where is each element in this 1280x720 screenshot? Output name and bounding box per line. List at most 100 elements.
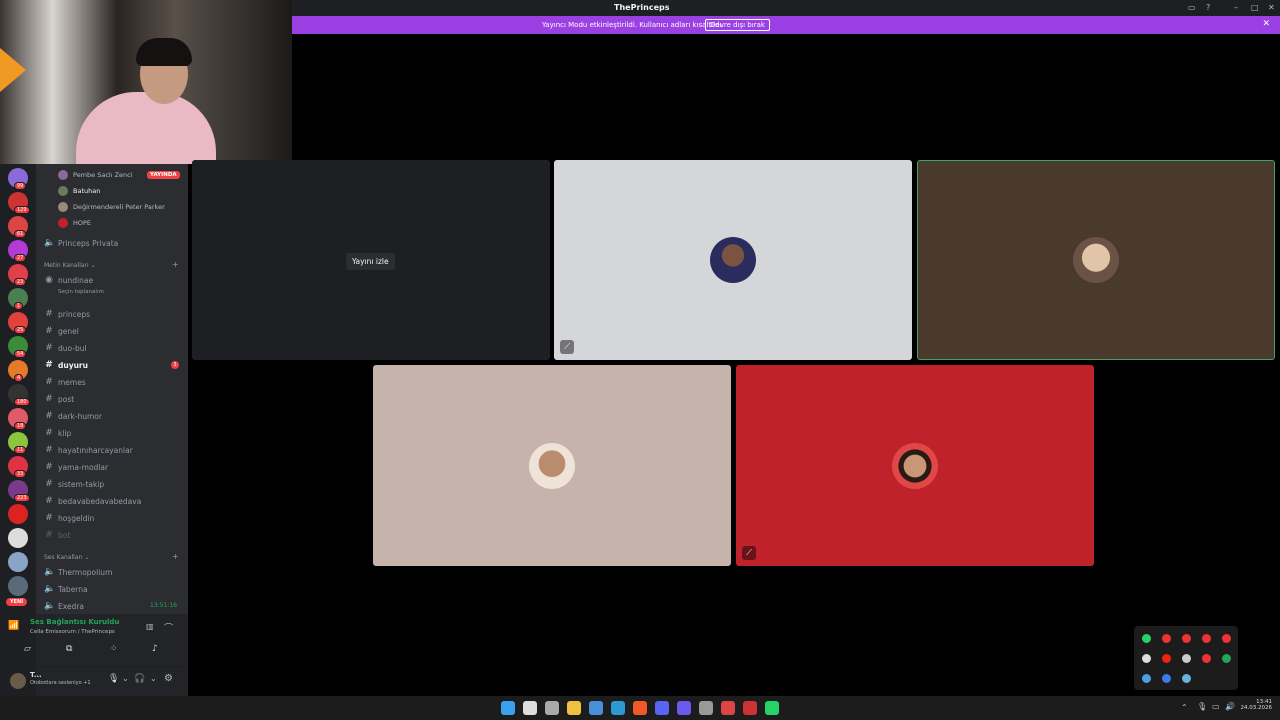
text-channel-bedavabedavabedava[interactable]: # bedavabedavabedava [44,496,141,506]
close-window-icon[interactable]: ✕ [1268,3,1275,12]
screen-share-icon[interactable]: ⧉ [66,644,72,654]
chevron-down-icon[interactable]: ⌄ [122,674,129,683]
search-icon[interactable] [523,701,537,715]
tray-app-icon[interactable] [1222,654,1231,663]
tray-overflow-icon[interactable]: ⌃ [1181,703,1188,712]
app-icon[interactable] [721,701,735,715]
voice-channel-thermopolium[interactable]: 🔈 Thermopolium [44,567,112,577]
mention-badge: 23 [14,278,27,286]
text-channel-princeps[interactable]: # princeps [44,309,90,319]
window-title: ThePrinceps [614,3,670,12]
text-channel-duo-bul[interactable]: # duo-bul [44,343,87,353]
server-icon[interactable] [8,528,28,548]
voice-section-header[interactable]: Ses Kanalları ⌄ [44,554,90,561]
volume-icon[interactable]: 🔊 [1225,702,1235,711]
user-panel: T... Otobotlara sesleniyo +1 🎙 ⌄ 🎧 ⌄ ⚙ [10,666,188,696]
add-text-channel-icon[interactable]: + [172,260,179,269]
server-icon[interactable] [8,576,28,596]
stream-tile[interactable]: Yayını izle [192,160,550,360]
edge-icon[interactable] [611,701,625,715]
speaker-icon: 🔈 [44,567,56,577]
hash-icon: # [45,360,53,370]
store-icon[interactable] [589,701,603,715]
tray-app-icon[interactable] [1202,634,1211,643]
text-channel-hayatınıharcayanlar[interactable]: # hayatınıharcayanlar [44,445,133,455]
voice-channel-princeps-privata[interactable]: 🔈 Princeps Privata [44,238,118,248]
microphone-icon[interactable]: 🎙 [1197,702,1207,711]
text-channel-klip[interactable]: # klip [44,428,71,438]
text-channel-dark-humor[interactable]: # dark-humor [44,411,102,421]
tray-app-icon[interactable] [1162,674,1171,683]
channel-name: yama-modlar [58,462,109,472]
task-view-icon[interactable] [545,701,559,715]
text-channel-bot[interactable]: # bot [44,530,70,540]
text-channel-post[interactable]: # post [44,394,74,404]
voice-user-name: HOPE [73,219,92,227]
watch-stream-button[interactable]: Yayını izle [346,253,395,270]
text-channel-sistem-takip[interactable]: # sistem-takip [44,479,104,489]
tray-app-icon[interactable] [1202,654,1211,663]
file-explorer-icon[interactable] [567,701,581,715]
tray-app-icon[interactable] [1182,674,1191,683]
server-icon[interactable] [8,552,28,572]
tray-app-icon[interactable] [1182,634,1191,643]
activities-icon[interactable]: ⁘ [110,644,118,654]
maximize-icon[interactable]: □ [1251,3,1259,12]
text-channel-hoşgeldin[interactable]: # hoşgeldin [44,513,94,523]
voice-user[interactable]: Batuhan [58,186,100,196]
text-channel-nundinae[interactable]: ◉ nundinae [44,275,93,285]
chevron-down-icon[interactable]: ⌄ [150,674,157,683]
server-icon[interactable] [8,504,28,524]
mention-badge: 61 [14,230,27,238]
app-icon[interactable] [743,701,757,715]
tray-app-icon[interactable] [1222,634,1231,643]
camera-off-icon[interactable]: ▱ [24,644,31,654]
clock[interactable]: 13:41 24.03.2026 [1240,699,1273,711]
voice-channel-taberna[interactable]: 🔈 Taberna [44,584,88,594]
tray-app-icon[interactable] [1142,674,1151,683]
whatsapp-icon[interactable] [765,701,779,715]
banner-close-icon[interactable]: ✕ [1262,19,1270,29]
voice-channel-exedra[interactable]: 🔈 Exedra [44,601,84,611]
text-channel-genel[interactable]: # genel [44,326,79,336]
network-icon[interactable]: ▭ [1212,702,1220,711]
text-channel-yama-modlar[interactable]: # yama-modlar [44,462,108,472]
voice-user[interactable]: Pembe Saclı Zenci [58,170,133,180]
voice-user[interactable]: Değirmendereli Peter Parker [58,202,165,212]
tray-app-icon[interactable] [1182,654,1191,663]
help-icon[interactable]: ? [1206,3,1210,12]
section-label: Metin Kanalları [44,262,89,269]
minimize-icon[interactable]: – [1234,3,1238,12]
mention-badge: 18 [14,422,27,430]
disconnect-icon[interactable]: ⌒ [164,621,173,634]
participant-tile[interactable]: ⟋ [736,365,1094,566]
participant-tile[interactable] [373,365,731,566]
microphone-icon[interactable]: 🎙 [108,674,119,684]
tray-app-icon[interactable] [1162,654,1171,663]
channel-name: duo-bul [58,343,87,353]
tray-app-icon[interactable] [1142,654,1151,663]
inbox-icon[interactable]: ▭ [1188,3,1196,12]
soundboard-icon[interactable]: ♪ [152,644,158,654]
tray-app-icon[interactable] [1162,634,1171,643]
headphones-icon[interactable]: 🎧 [134,674,145,684]
participant-tile[interactable]: ⟋ [554,160,912,360]
steam-icon[interactable] [699,701,713,715]
noise-suppression-icon[interactable]: ▥ [146,622,154,631]
text-channel-memes[interactable]: # memes [44,377,86,387]
brave-icon[interactable] [633,701,647,715]
user-avatar[interactable] [10,673,26,689]
settings-gear-icon[interactable]: ⚙ [164,673,173,684]
browser-icon[interactable] [677,701,691,715]
hash-icon: # [45,428,53,438]
participant-tile-speaking[interactable] [917,160,1275,360]
discord-icon[interactable] [655,701,669,715]
voice-user[interactable]: HOPE [58,218,91,228]
windows-start-icon[interactable] [501,701,515,715]
text-channel-duyuru[interactable]: # duyuru [44,360,88,370]
text-section-header[interactable]: Metin Kanalları ⌄ [44,262,96,269]
add-voice-channel-icon[interactable]: + [172,552,179,561]
tray-app-icon[interactable] [1142,634,1151,643]
disable-streamer-mode-button[interactable]: Devre dışı bırak [705,19,770,31]
channel-name: klip [58,428,72,438]
